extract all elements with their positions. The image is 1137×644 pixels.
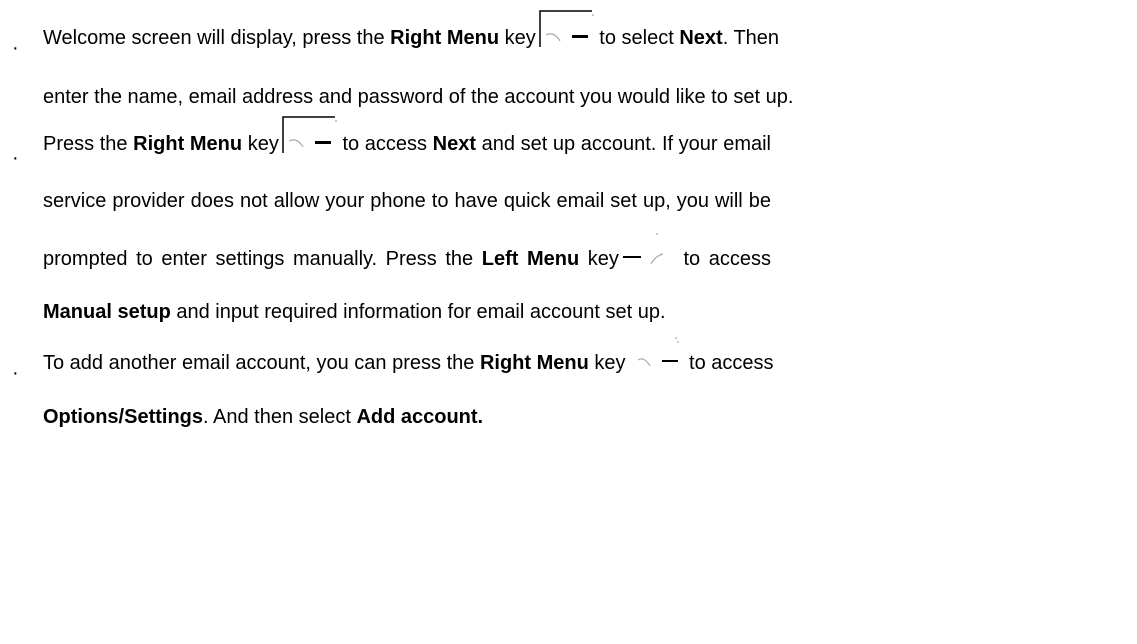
instruction-line: prompted to enter settings manually. Pre… <box>43 232 771 272</box>
instruction-line: To add another email account, you can pr… <box>43 336 774 376</box>
bullet: · <box>12 362 19 384</box>
instruction-line: Press the Right Menu key to access Next … <box>43 115 771 157</box>
right-menu-key-icon <box>536 9 594 51</box>
left-menu-key-icon <box>619 232 675 272</box>
add-account-label: Add account. <box>356 406 484 428</box>
manual-setup-label: Manual setup <box>43 301 171 323</box>
right-menu-key-icon <box>626 336 684 376</box>
right-menu-label: Right Menu <box>479 352 589 374</box>
next-label: Next <box>432 133 476 155</box>
right-menu-label: Right Menu <box>390 27 500 49</box>
next-label: Next <box>679 27 723 49</box>
options-settings-label: Options/Settings <box>43 406 203 428</box>
bullet: · <box>12 147 19 169</box>
instruction-line: service provider does not allow your pho… <box>43 190 771 212</box>
instruction-line: Welcome screen will display, press the R… <box>43 9 779 51</box>
instruction-line: Manual setup and input required informat… <box>43 301 666 323</box>
bullet: · <box>12 37 19 59</box>
instruction-line: enter the name, email address and passwo… <box>43 86 794 108</box>
right-menu-key-icon <box>279 115 337 157</box>
left-menu-label: Left Menu <box>481 248 580 270</box>
instruction-line: Options/Settings. And then select Add ac… <box>43 406 484 428</box>
right-menu-label: Right Menu <box>133 133 243 155</box>
